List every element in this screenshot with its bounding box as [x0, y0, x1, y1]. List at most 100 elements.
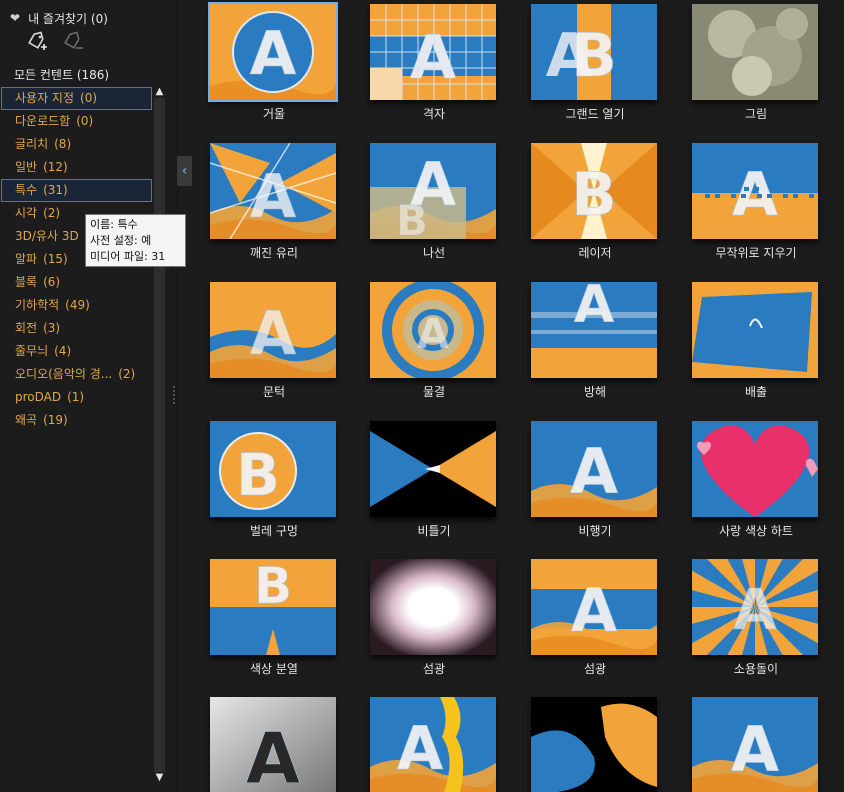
transition-label: 섬광 [422, 662, 446, 676]
favorites-header[interactable]: ❤ 내 즐겨찾기 (0) [10, 9, 108, 27]
transition-label: 레이저 [578, 246, 612, 260]
transition-tile-color-split[interactable]: B 색상 분열 [210, 559, 338, 676]
transition-thumbnail: A [370, 4, 496, 100]
transition-label: 무작위로 지우기 [715, 246, 797, 260]
transition-label: 거울 [262, 107, 286, 121]
transition-tile-random-wipe[interactable]: A 무작위로 지우기 [692, 143, 820, 260]
transition-thumbnail: A [531, 282, 657, 378]
transition-thumbnail: A [692, 559, 818, 655]
tooltip-media-files: 미디어 파일: 31 [90, 250, 166, 263]
category-prodad[interactable]: proDAD (1) [1, 386, 152, 409]
category-glitch[interactable]: 글리치 (8) [1, 133, 152, 156]
category-sidebar: ❤ 내 즐겨찾기 (0) 모든 컨텐트 (186) 사용자 지정 (0) 다운로드… [0, 0, 186, 792]
transition-thumbnail [692, 282, 818, 378]
transition-tile-love-heart[interactable]: 사랑 색상 하트 [692, 421, 820, 538]
transition-thumbnail: A [531, 421, 657, 517]
transition-tile-threshold[interactable]: A 문턱 [210, 282, 338, 399]
transition-tile-broken-glass[interactable]: A 깨진 유리 [210, 143, 338, 260]
transition-label: 물결 [422, 385, 446, 399]
transition-tile-airplane[interactable]: A 비행기 [531, 421, 659, 538]
transition-thumbnail: A [692, 697, 818, 792]
category-general[interactable]: 일반 (12) [1, 156, 152, 179]
transition-thumbnail: A [210, 143, 336, 239]
transition-tile-tile-23[interactable] [531, 697, 659, 792]
svg-text:A: A [574, 282, 614, 335]
transition-tile-tile-21[interactable]: A [210, 697, 338, 792]
splitter-grip[interactable] [173, 386, 175, 404]
transition-label: 사랑 색상 하트 [719, 524, 793, 538]
transition-label: 문턱 [262, 385, 286, 399]
tag-add-icon[interactable] [26, 31, 48, 53]
svg-text:A: A [397, 714, 444, 784]
transition-tile-ripple[interactable]: A 물결 [370, 282, 498, 399]
category-rotate[interactable]: 회전 (3) [1, 317, 152, 340]
all-content-item[interactable]: 모든 컨텐트 (186) [14, 66, 109, 84]
transition-thumbnail: B [531, 143, 657, 239]
transition-tile-picture[interactable]: 그림 [692, 4, 820, 121]
transition-tile-mirror[interactable]: A 거울 [208, 2, 338, 121]
svg-text:B: B [254, 559, 292, 615]
transition-label: 그랜드 열기 [565, 107, 625, 121]
category-custom[interactable]: 사용자 지정 (0) [1, 87, 152, 110]
transition-thumbnail: A [208, 2, 338, 102]
transition-thumbnail [370, 559, 496, 655]
category-block[interactable]: 블록 (6) [1, 271, 152, 294]
tooltip-preset: 사전 설정: 예 [90, 234, 152, 247]
transition-label: 색상 분열 [250, 662, 298, 676]
category-downloads[interactable]: 다운로드함 (0) [1, 110, 152, 133]
transition-tile-grand-open[interactable]: B A 그랜드 열기 [531, 4, 659, 121]
tag-remove-icon[interactable] [62, 31, 84, 53]
svg-text:A: A [731, 713, 779, 786]
svg-text:A: A [546, 21, 593, 91]
transition-thumbnail: B [210, 421, 336, 517]
transition-tile-tile-22[interactable]: A [370, 697, 498, 792]
transition-label: 깨진 유리 [250, 246, 298, 260]
category-audio[interactable]: 오디오(음악의 경... (2) [1, 363, 152, 386]
svg-text:B: B [396, 196, 428, 239]
transition-label: 비행기 [578, 524, 612, 538]
category-distort[interactable]: 왜곡 (19) [1, 409, 152, 432]
transition-tile-spiral[interactable]: A B 나선 [370, 143, 498, 260]
transition-label: 나선 [422, 246, 446, 260]
transition-thumbnail [531, 697, 657, 792]
transition-thumbnail [370, 421, 496, 517]
transition-tile-flash-2[interactable]: A 섬광 [531, 559, 659, 676]
svg-text:A: A [246, 718, 300, 792]
category-stripe[interactable]: 줄무늬 (4) [1, 340, 152, 363]
transition-thumbnail: AB [370, 143, 496, 239]
svg-text:B: B [236, 441, 280, 509]
heart-icon: ❤ [10, 11, 21, 25]
grid-scrollbar[interactable] [832, 0, 844, 792]
transition-thumbnail: A [692, 143, 818, 239]
transition-tile-tile-24[interactable]: A [692, 697, 820, 792]
transition-tile-eject[interactable]: 배출 [692, 282, 820, 399]
category-geometric[interactable]: 기하학적 (49) [1, 294, 152, 317]
transition-label: 벌레 구멍 [250, 524, 298, 538]
transition-thumbnail [692, 4, 818, 100]
svg-text:A: A [250, 299, 297, 369]
sidebar-scrollbar[interactable] [154, 98, 165, 772]
category-special[interactable]: 특수 (31) [1, 179, 152, 202]
chevron-left-icon[interactable]: ‹ [177, 156, 192, 186]
transition-tile-twist[interactable]: 비틀기 [370, 421, 498, 538]
transition-thumbnail: A [210, 697, 336, 792]
svg-text:A: A [571, 576, 618, 646]
triangle-up-icon[interactable]: ▲ [154, 86, 165, 98]
transition-thumbnail: A [370, 282, 496, 378]
category-tooltip: 이름: 특수 사전 설정: 예 미디어 파일: 31 [85, 214, 186, 267]
favorites-toolbar [26, 31, 84, 53]
triangle-down-icon[interactable]: ▼ [154, 772, 165, 784]
transition-tile-interference[interactable]: A 방해 [531, 282, 659, 399]
transition-tile-wormhole[interactable]: B 벌레 구멍 [210, 421, 338, 538]
transition-thumbnail: A [531, 559, 657, 655]
transition-tile-vortex[interactable]: A 소용돌이 [692, 559, 820, 676]
transition-thumbnail [692, 421, 818, 517]
transition-tile-laser[interactable]: B 레이저 [531, 143, 659, 260]
transition-grid: A 거울 A 격자 B A 그랜드 열기 그림 A 깨진 유리 A B 나선 B 레이저 A 무작위로 지우… [195, 0, 844, 792]
transition-thumbnail: A [370, 697, 496, 792]
svg-text:A: A [417, 309, 450, 358]
transition-tile-grid[interactable]: A 격자 [370, 4, 498, 121]
transition-thumbnail: BA [531, 4, 657, 100]
svg-text:B: B [571, 160, 617, 230]
transition-tile-flash-1[interactable]: 섬광 [370, 559, 498, 676]
